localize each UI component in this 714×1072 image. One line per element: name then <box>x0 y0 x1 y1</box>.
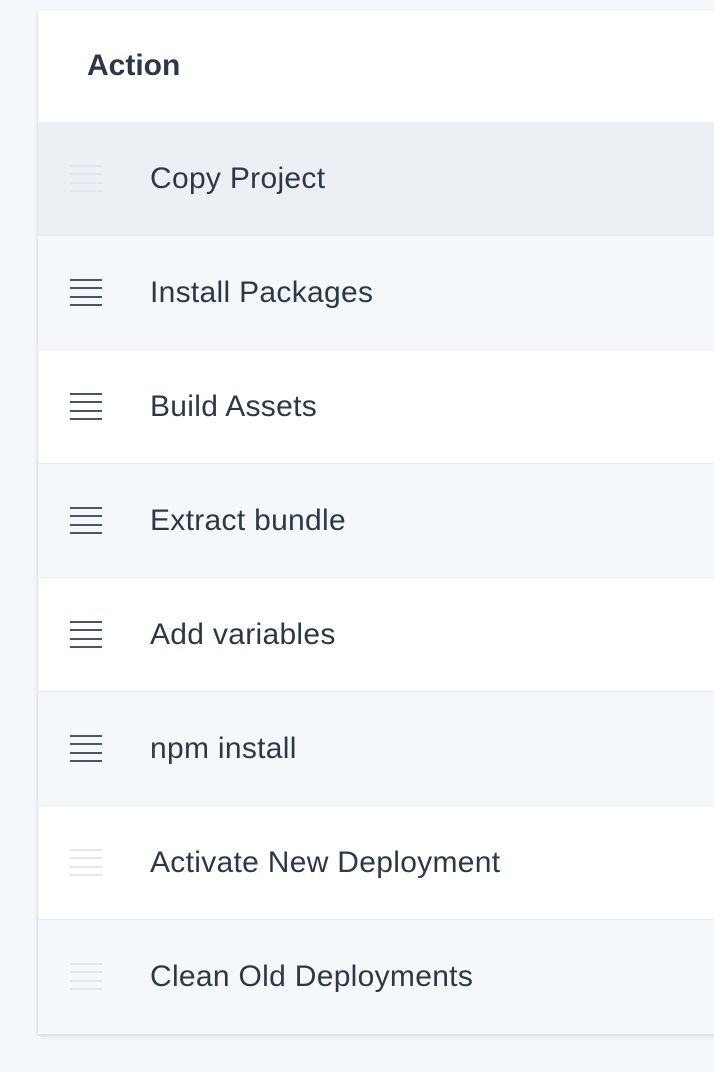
handle-line <box>70 751 102 754</box>
handle-line <box>70 874 102 877</box>
handle-line <box>70 173 102 176</box>
handle-line <box>70 962 102 965</box>
table-body: Copy Project Install Packages Build Assets… <box>38 122 714 1033</box>
table-row[interactable]: npm install <box>38 691 714 805</box>
handle-line <box>70 295 102 298</box>
column-header-action: Action <box>87 49 181 82</box>
drag-handle-icon[interactable] <box>70 392 102 421</box>
handle-line <box>70 287 102 290</box>
handle-line <box>70 164 102 167</box>
handle-line <box>70 971 102 974</box>
handle-line <box>70 506 102 509</box>
handle-line <box>70 988 102 991</box>
handle-line <box>70 278 102 281</box>
handle-line <box>70 637 102 640</box>
action-label: Clean Old Deployments <box>150 959 474 993</box>
handle-line <box>70 646 102 649</box>
handle-line <box>70 979 102 982</box>
handle-line <box>70 523 102 526</box>
drag-handle-icon[interactable] <box>70 734 102 763</box>
drag-handle-icon <box>70 962 102 991</box>
table-row[interactable]: Copy Project <box>38 122 714 235</box>
action-label: Add variables <box>150 617 336 651</box>
handle-line <box>70 190 102 193</box>
handle-line <box>70 620 102 623</box>
handle-line <box>70 532 102 535</box>
action-label: npm install <box>150 731 297 765</box>
table-row[interactable]: Add variables <box>38 577 714 691</box>
handle-line <box>70 857 102 860</box>
handle-line <box>70 515 102 518</box>
handle-line <box>70 304 102 307</box>
handle-line <box>70 760 102 763</box>
handle-line <box>70 629 102 632</box>
handle-line <box>70 734 102 737</box>
drag-handle-icon <box>70 848 102 877</box>
drag-handle-icon[interactable] <box>70 506 102 535</box>
table-row[interactable]: Activate New Deployment <box>38 805 714 919</box>
handle-line <box>70 409 102 412</box>
action-label: Install Packages <box>150 275 374 309</box>
table-row[interactable]: Extract bundle <box>38 463 714 577</box>
drag-handle-icon[interactable] <box>70 278 102 307</box>
handle-line <box>70 401 102 404</box>
handle-line <box>70 181 102 184</box>
table-row[interactable]: Clean Old Deployments <box>38 919 714 1033</box>
drag-handle-icon[interactable] <box>70 620 102 649</box>
drag-handle-icon <box>70 164 102 193</box>
handle-line <box>70 865 102 868</box>
handle-line <box>70 848 102 851</box>
action-label: Extract bundle <box>150 503 346 537</box>
action-label: Activate New Deployment <box>150 845 501 879</box>
handle-line <box>70 418 102 421</box>
action-label: Copy Project <box>150 161 326 195</box>
table-row[interactable]: Install Packages <box>38 235 714 349</box>
handle-line <box>70 743 102 746</box>
actions-table: Action Copy Project Install Packages Build… <box>38 10 714 1034</box>
handle-line <box>70 392 102 395</box>
table-row[interactable]: Build Assets <box>38 349 714 463</box>
action-label: Build Assets <box>150 389 318 423</box>
